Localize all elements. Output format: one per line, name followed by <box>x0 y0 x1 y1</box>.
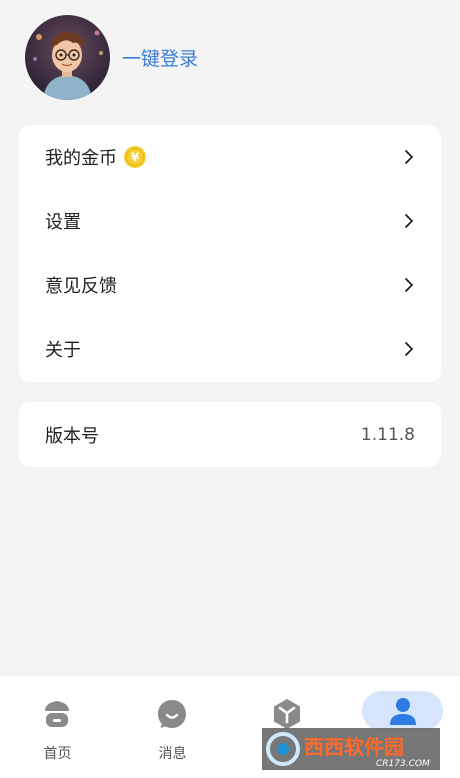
tab-home-label: 首页 <box>43 746 72 762</box>
menu-item-feedback[interactable]: 意见反馈 <box>19 253 441 317</box>
chevron-right-icon <box>405 214 413 228</box>
version-label: 版本号 <box>45 425 99 447</box>
login-button[interactable]: 一键登录 <box>122 44 198 71</box>
menu-item-about[interactable]: 关于 <box>19 317 441 381</box>
profile-header: 一键登录 <box>25 15 198 100</box>
watermark-logo: 西西软件园 CR173.COM <box>262 728 440 770</box>
coin-icon: ¥ <box>124 146 146 168</box>
menu-card: 我的金币 ¥ 设置 意见反馈 关于 <box>19 125 441 382</box>
tab-messages-label: 消息 <box>158 746 187 762</box>
chevron-right-icon <box>405 342 413 356</box>
watermark-text: 西西软件园 <box>304 735 404 759</box>
version-value: 1.11.8 <box>360 424 415 445</box>
watermark-subtext: CR173.COM <box>376 759 430 769</box>
cube-icon <box>274 699 300 729</box>
tab-messages[interactable]: 消息 <box>115 676 230 778</box>
menu-item-label: 关于 <box>45 340 81 361</box>
chevron-right-icon <box>405 278 413 292</box>
menu-item-label: 设置 <box>45 212 81 233</box>
message-icon <box>158 700 186 728</box>
menu-item-label: 意见反馈 <box>45 276 117 297</box>
home-icon <box>45 701 69 727</box>
user-icon[interactable] <box>386 694 420 728</box>
menu-item-coins[interactable]: 我的金币 ¥ <box>19 125 441 189</box>
chevron-right-icon <box>405 150 413 164</box>
menu-item-settings[interactable]: 设置 <box>19 189 441 253</box>
menu-item-label: 我的金币 ¥ <box>45 144 403 170</box>
coin-symbol: ¥ <box>131 151 140 165</box>
avatar[interactable] <box>25 15 110 100</box>
version-card: 版本号 1.11.8 <box>19 402 441 467</box>
coins-label: 我的金币 <box>45 148 117 169</box>
tab-home[interactable]: 首页 <box>0 676 115 778</box>
version-row: 版本号 1.11.8 <box>19 402 441 467</box>
